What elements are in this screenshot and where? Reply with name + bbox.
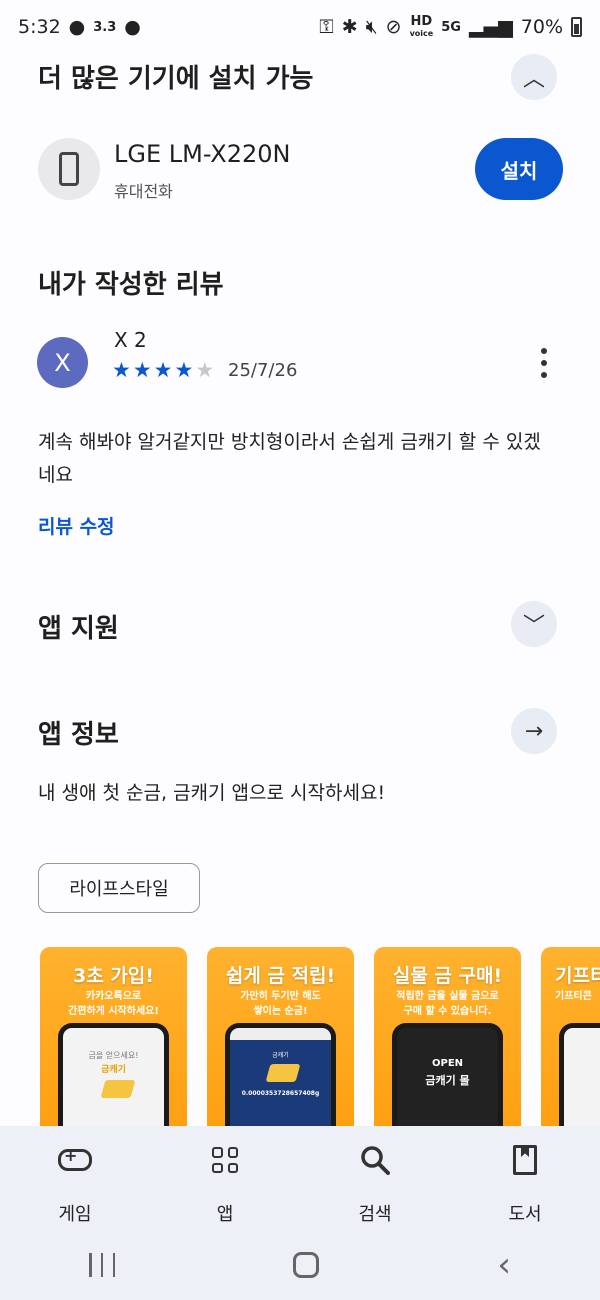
app-details-content[interactable]: 더 많은 기기에 설치 가능 ︿ LGE LM-X220N 휴대전화 설치 내가… (0, 54, 600, 1126)
star-filled-icon: ★ (174, 358, 196, 382)
bluetooth-icon: ✱ (341, 16, 358, 38)
screenshot-title: 쉽게 금 적립! (225, 965, 336, 987)
screenshot-card[interactable]: 3초 가입! 카카오톡으로 간편하게 시작하세요! 금을 얻으세요! 금캐기 (40, 947, 187, 1126)
support-section-title: 앱 지원 (38, 614, 119, 644)
chat-bubble-icon: ● (68, 16, 86, 38)
info-section-title: 앱 정보 (38, 720, 119, 750)
category-chip[interactable]: 라이프스타일 (38, 863, 200, 913)
phone-screen (564, 1028, 600, 1126)
phone-mockup: 금을 얻으세요! 금캐기 (58, 1023, 169, 1126)
apps-grid-icon (212, 1147, 238, 1173)
nav-label: 앱 (216, 1204, 234, 1225)
screen-text: 금을 얻으세요! (88, 1051, 139, 1060)
nav-item-apps[interactable]: 앱 (150, 1126, 300, 1230)
hd-label: HD (410, 13, 433, 29)
nav-label: 도서 (508, 1204, 542, 1225)
phone-mockup: 금캐기 0.0000353728657408g (225, 1023, 336, 1126)
battery-icon (571, 17, 582, 37)
install-section-title: 더 많은 기기에 설치 가능 (38, 64, 314, 94)
phone-screen: OPEN 금캐기 몰 (397, 1028, 498, 1126)
install-button[interactable]: 설치 (475, 138, 563, 200)
network-type: 5G (441, 19, 461, 35)
screenshot-title: 기프티 (555, 965, 600, 987)
app-info-arrow-button[interactable]: → (511, 708, 557, 754)
app-description: 내 생애 첫 순금, 금캐기 앱으로 시작하세요! (38, 782, 386, 804)
star-empty-icon: ★ (195, 358, 217, 382)
gold-bar-icon (100, 1080, 136, 1098)
screen-text: OPEN (431, 1058, 464, 1069)
nav-item-books[interactable]: 도서 (450, 1126, 600, 1230)
chevron-down-icon: ﹀ (522, 614, 545, 639)
screenshot-subtitle: 적립한 금을 실물 금으로 구매 할 수 있습니다. (396, 991, 499, 1017)
phone-icon (59, 152, 79, 186)
phone-screen: 금을 얻으세요! 금캐기 (63, 1028, 164, 1126)
star-rating: ★★★★★ (112, 358, 216, 382)
device-avatar (38, 138, 100, 200)
mute-icon: 🔇︎ (365, 16, 378, 38)
reviewer-name: X 2 (114, 328, 147, 352)
screenshot-carousel[interactable]: 3초 가입! 카카오톡으로 간편하게 시작하세요! 금을 얻으세요! 금캐기 쉽… (40, 947, 600, 1126)
net-speed: 3.3 (93, 19, 117, 35)
chat-bubble-icon: ● (124, 16, 141, 38)
phone-mockup: OPEN 금캐기 몰 (392, 1023, 503, 1126)
key-icon: ⚿ (319, 16, 334, 38)
status-time: 5:32 (18, 16, 61, 38)
hd-voice-sub: voice (409, 28, 434, 38)
screenshot-card[interactable]: 쉽게 금 적립! 가만히 두기만 해도 쌓이는 순금! 금캐기 0.000035… (207, 947, 354, 1126)
book-icon (513, 1145, 537, 1175)
device-type: 휴대전화 (114, 182, 173, 201)
review-date: 25/7/26 (228, 360, 298, 381)
collapse-button[interactable]: ︿ (511, 54, 557, 100)
screenshot-subtitle: 가만히 두기만 해도 쌓이는 순금! (240, 991, 321, 1017)
screenshot-subtitle: 카카오톡으로 간편하게 시작하세요! (68, 991, 159, 1017)
edit-review-link[interactable]: 리뷰 수정 (38, 512, 115, 539)
screen-text: 금캐기 (272, 1052, 289, 1059)
system-navigation-bar: ‹ (0, 1230, 600, 1300)
hd-voice-label: HD voice (409, 13, 434, 39)
recent-apps-icon[interactable] (89, 1253, 116, 1277)
arrow-right-icon: → (524, 718, 544, 744)
star-filled-icon: ★ (112, 358, 133, 382)
nav-item-search[interactable]: 검색 (300, 1126, 450, 1230)
expand-support-button[interactable]: ﹀ (511, 601, 557, 647)
back-icon[interactable]: ‹ (497, 1245, 511, 1285)
screenshot-card[interactable]: 기프티 기프티콘 (541, 947, 600, 1126)
device-name: LGE LM-X220N (114, 140, 291, 168)
screenshot-title: 실물 금 구매! (392, 965, 503, 987)
phone-mockup (559, 1023, 600, 1126)
avatar: X (37, 337, 88, 388)
bottom-navigation: 게임 앱 검색 도서 (0, 1126, 600, 1230)
battery-percent: 70% (520, 16, 563, 38)
signal-icon: ▂▄▆ (468, 16, 513, 38)
status-left: 5:32 ● 3.3 ● (18, 16, 141, 38)
status-right: ⚿ ✱ 🔇︎ ⊘ HD voice 5G ▂▄▆ 70% (319, 13, 582, 39)
review-section-title: 내가 작성한 리뷰 (38, 270, 224, 300)
do-not-disturb-icon: ⊘ (385, 16, 402, 38)
screenshot-subtitle: 기프티콘 (555, 991, 592, 1002)
nav-label: 검색 (358, 1204, 392, 1225)
more-options-icon[interactable] (532, 348, 556, 378)
gold-bar-icon (265, 1064, 301, 1082)
home-icon[interactable] (293, 1252, 320, 1278)
chevron-up-icon: ︿ (522, 67, 545, 92)
star-filled-icon: ★ (153, 358, 175, 382)
screenshot-title: 3초 가입! (73, 965, 154, 987)
nav-label: 게임 (58, 1204, 92, 1225)
screen-text: 금캐기 (101, 1065, 126, 1075)
screen-header (230, 1028, 331, 1040)
review-text: 계속 해봐야 알거같지만 방치형이라서 손쉽게 금캐기 할 수 있겠네요 (38, 431, 541, 486)
gamepad-icon (58, 1146, 92, 1171)
nav-item-games[interactable]: 게임 (0, 1126, 150, 1230)
star-filled-icon: ★ (132, 358, 154, 382)
screen-text: 금캐기 몰 (425, 1074, 470, 1087)
status-bar: 5:32 ● 3.3 ● ⚿ ✱ 🔇︎ ⊘ HD voice 5G ▂▄▆ 70… (0, 0, 600, 54)
screen-text: 0.0000353728657408g (241, 1090, 320, 1097)
screenshot-card[interactable]: 실물 금 구매! 적립한 금을 실물 금으로 구매 할 수 있습니다. OPEN… (374, 947, 521, 1126)
phone-screen: 금캐기 0.0000353728657408g (230, 1028, 331, 1126)
search-icon (359, 1142, 391, 1178)
